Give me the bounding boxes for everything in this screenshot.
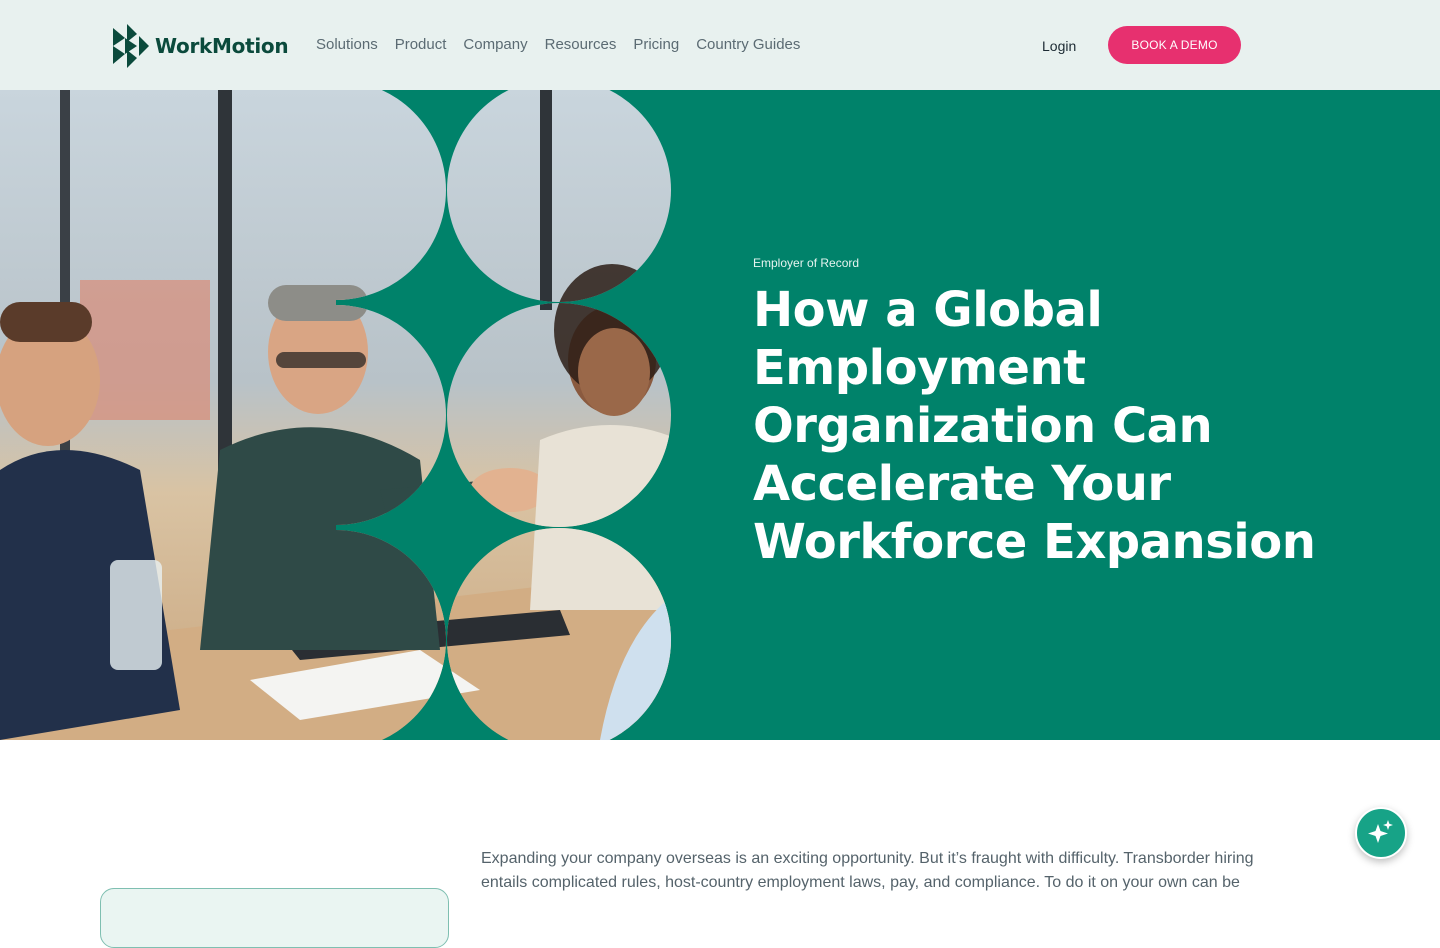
ai-assistant-button[interactable] bbox=[1355, 807, 1407, 859]
hero-image bbox=[0, 90, 671, 740]
sparkle-icon bbox=[1368, 820, 1393, 843]
book-demo-button[interactable]: BOOK A DEMO bbox=[1108, 26, 1241, 64]
logo[interactable]: WorkMotion bbox=[111, 24, 289, 68]
nav-item-company[interactable]: Company bbox=[463, 36, 527, 53]
hero-eyebrow[interactable]: Employer of Record bbox=[753, 256, 1333, 270]
nav-item-resources[interactable]: Resources bbox=[545, 36, 617, 53]
nav-item-pricing[interactable]: Pricing bbox=[633, 36, 679, 53]
article-intro: Expanding your company overseas is an ex… bbox=[481, 850, 1254, 891]
hero-text: Employer of Record How a Global Employme… bbox=[753, 256, 1333, 571]
page-title: How a Global Employment Organization Can… bbox=[753, 282, 1316, 570]
table-of-contents-box[interactable] bbox=[100, 888, 449, 948]
nav-item-country-guides[interactable]: Country Guides bbox=[696, 36, 800, 53]
login-link[interactable]: Login bbox=[1042, 38, 1076, 54]
nav-item-solutions[interactable]: Solutions bbox=[316, 36, 378, 53]
site-header: WorkMotion Solutions Product Company Res… bbox=[0, 0, 1440, 90]
main-nav: Solutions Product Company Resources Pric… bbox=[316, 36, 800, 53]
workmotion-logo-icon bbox=[113, 24, 149, 68]
logo-text: WorkMotion bbox=[155, 34, 289, 58]
nav-item-product[interactable]: Product bbox=[395, 36, 447, 53]
hero-section: Employer of Record How a Global Employme… bbox=[0, 90, 1440, 740]
